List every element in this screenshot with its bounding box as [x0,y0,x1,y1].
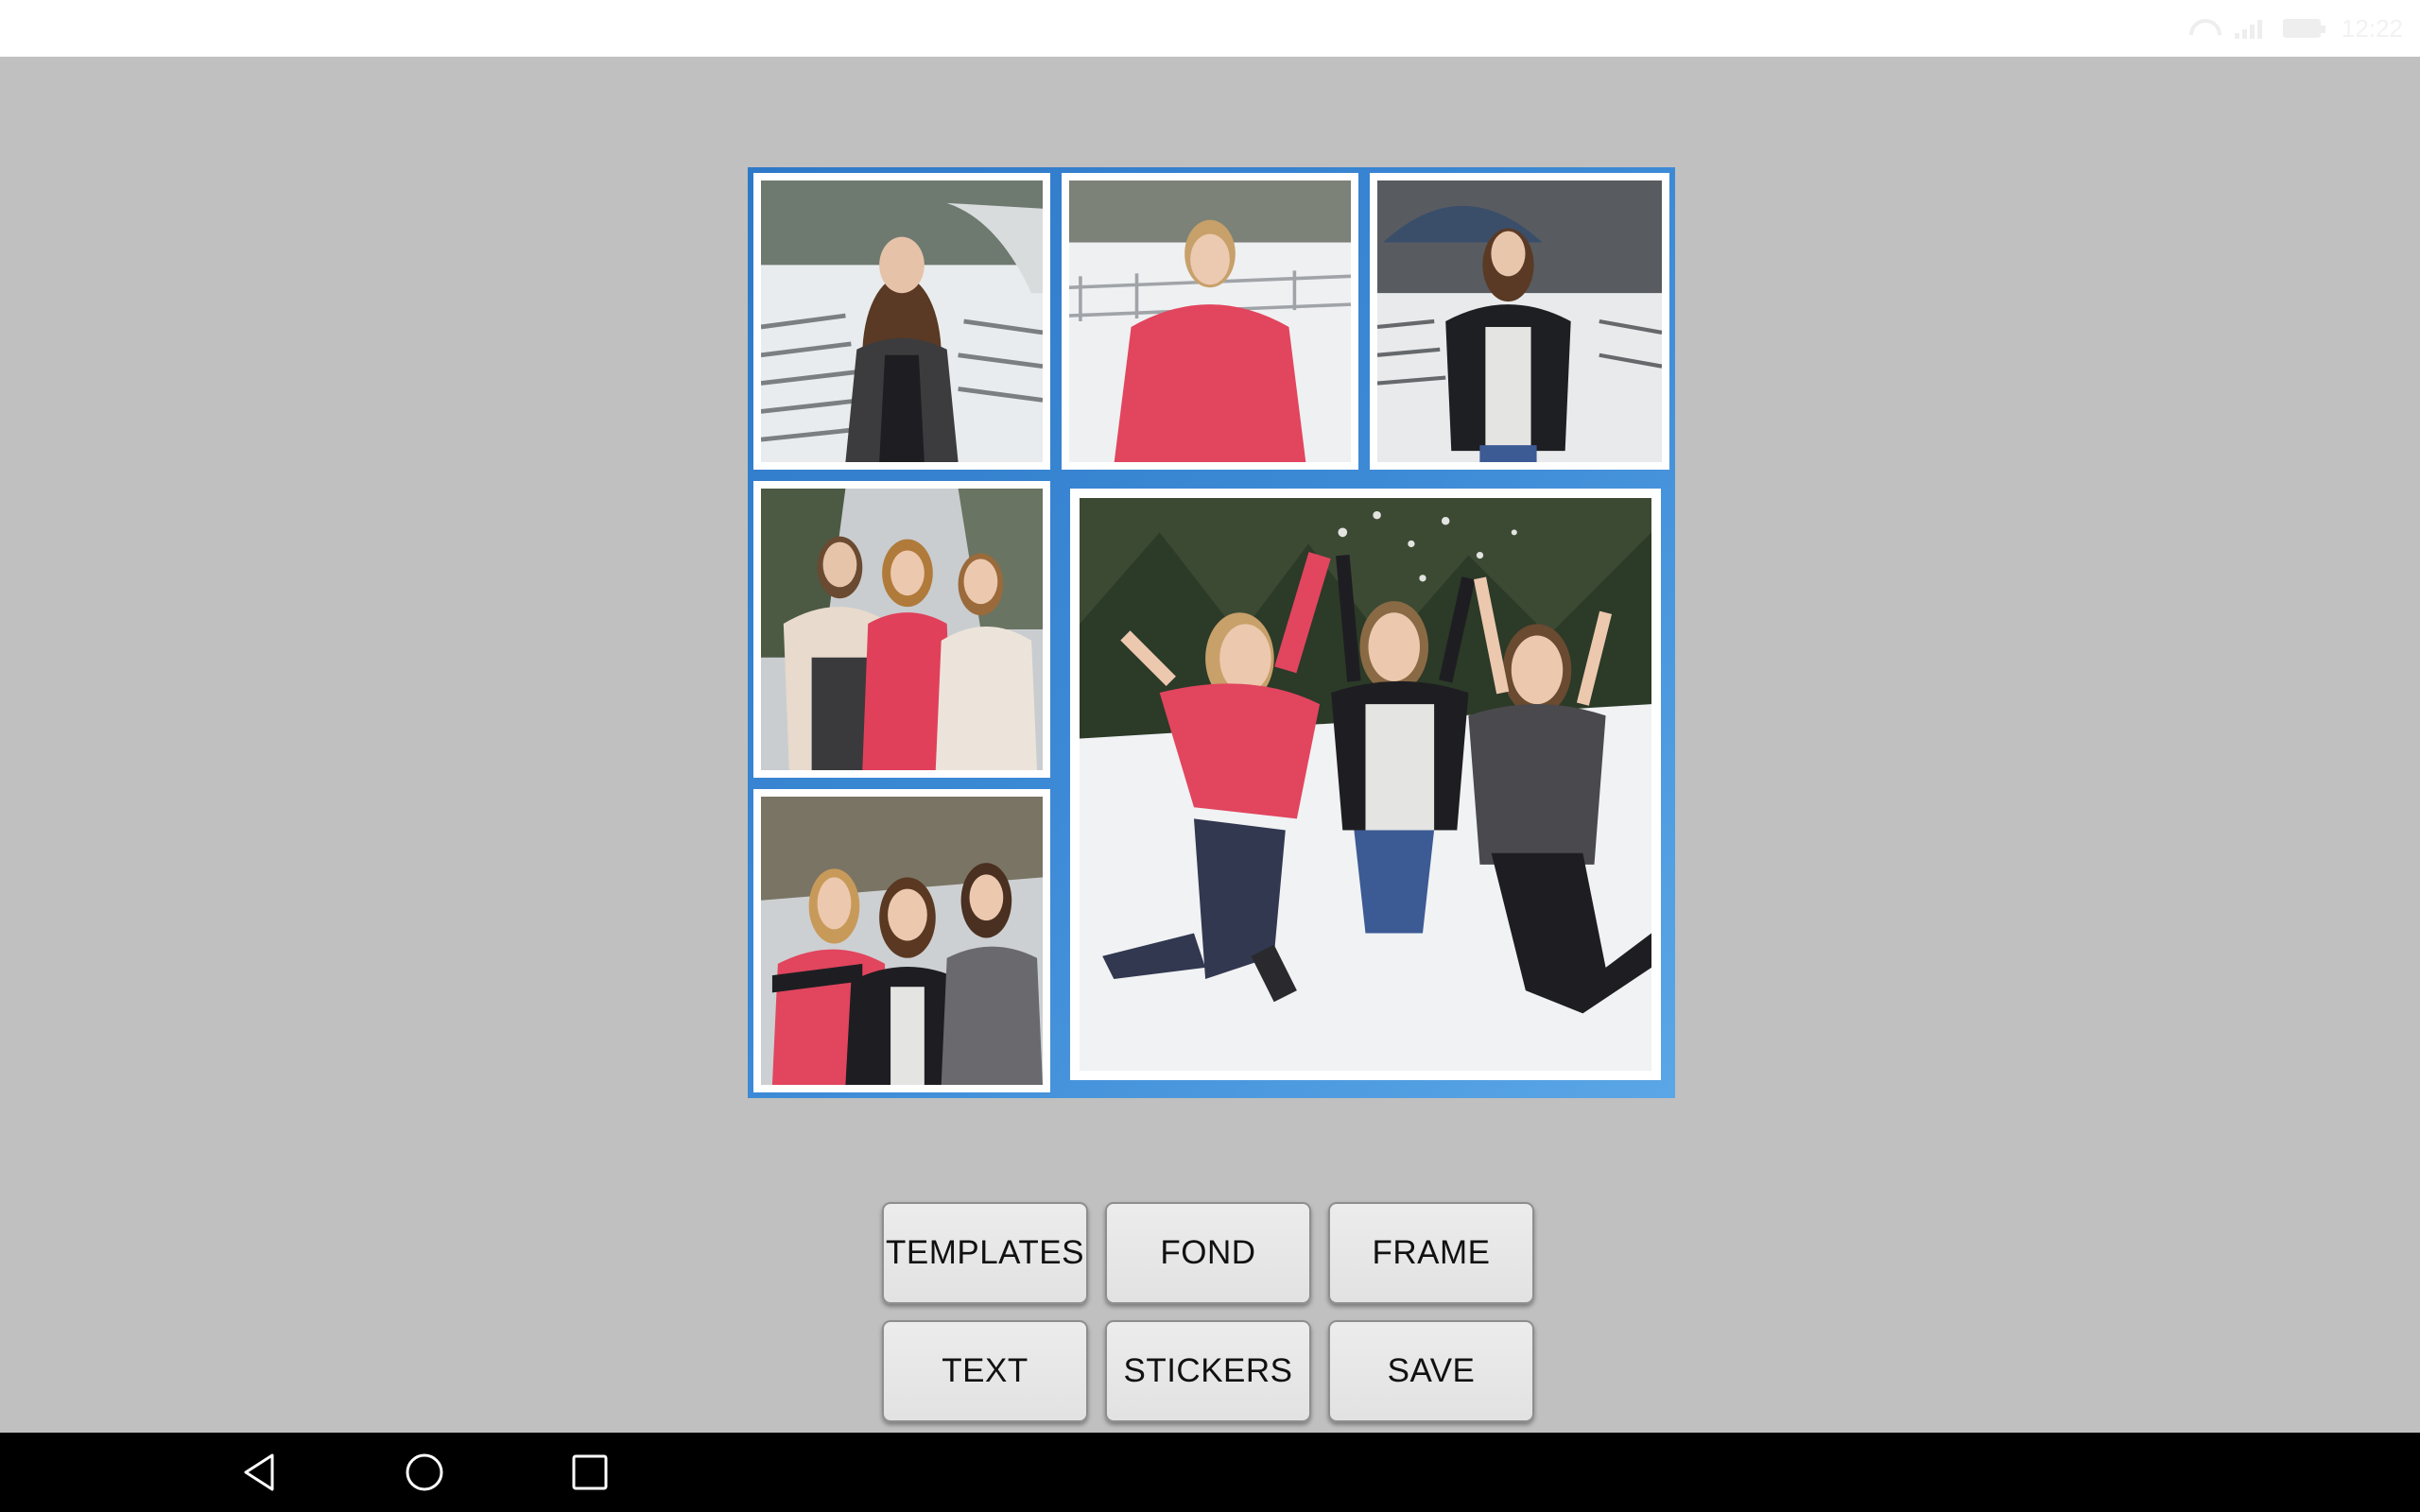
fond-button[interactable]: FOND [1105,1202,1311,1304]
navigation-bar [0,1433,2420,1512]
battery-icon [2282,19,2325,38]
status-icons: 12:22 [2189,0,2403,57]
text-button[interactable]: TEXT [882,1320,1088,1422]
status-time: 12:22 [2341,13,2403,43]
frame-button[interactable]: FRAME [1328,1202,1534,1304]
collage-cell-2[interactable] [1062,173,1358,470]
photo-three-girls-jumping [1080,498,1651,1071]
wifi-icon [2189,19,2214,38]
home-icon[interactable] [400,1448,449,1497]
templates-button[interactable]: TEMPLATES [882,1202,1088,1304]
photo-girl-black-jacket [1377,180,1662,462]
stickers-button[interactable]: STICKERS [1105,1320,1311,1422]
collage-cell-5[interactable] [753,789,1050,1092]
signal-icon [2234,18,2262,39]
photo-collage [748,167,1675,1098]
photo-three-girls-shawls [761,489,1043,770]
collage-cell-1[interactable] [753,173,1050,470]
collage-cell-6[interactable] [1070,489,1661,1080]
collage-cell-4[interactable] [753,481,1050,778]
save-button[interactable]: SAVE [1328,1320,1534,1422]
photo-girl-grey-cardigan [761,180,1043,462]
photo-girl-pink-sweater [1069,180,1351,462]
collage-cell-3[interactable] [1370,173,1669,470]
recents-icon[interactable] [565,1448,614,1497]
photo-three-girls-selfie [761,797,1043,1085]
status-bar: 12:22 [0,0,2420,57]
back-icon[interactable] [234,1448,284,1497]
